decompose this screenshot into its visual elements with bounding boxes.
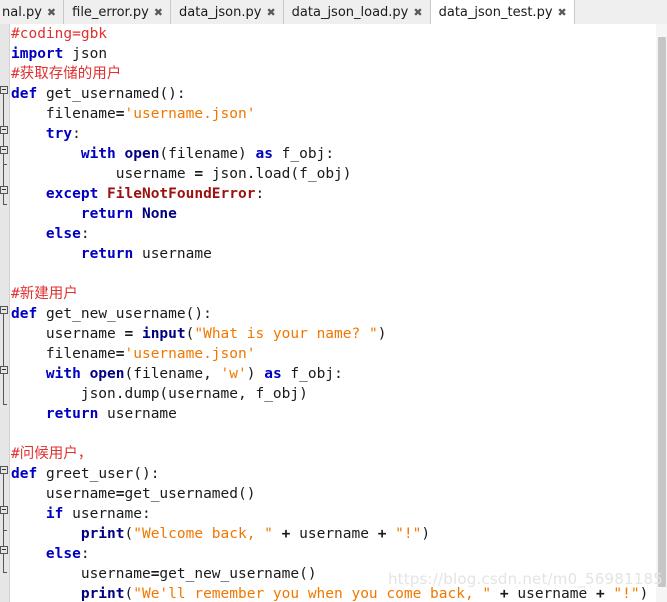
code-editor[interactable]: #coding=gbk import json #获取存储的用户 def get_us…: [0, 24, 667, 602]
code-line: import json: [11, 46, 108, 62]
code-line: username = input("What is your name? "): [45, 326, 387, 342]
code-line: #新建用户: [11, 286, 78, 302]
code-line: json.dump(username, f_obj): [80, 386, 308, 402]
code-line: return None: [80, 206, 177, 222]
code-line: #获取存储的用户: [11, 66, 122, 82]
code-line: #问候用户，: [11, 446, 93, 462]
fold-range-tick: [3, 530, 7, 531]
code-line: return username: [45, 406, 177, 422]
close-icon[interactable]: ✖: [266, 7, 275, 18]
fold-toggle-icon[interactable]: [0, 366, 8, 374]
code-line: username=get_new_username(): [80, 566, 317, 582]
tab-data-json-test-py[interactable]: data_json_test.py ✖: [430, 0, 575, 24]
code-line: return username: [80, 246, 212, 262]
code-line: def greet_user():: [11, 466, 160, 482]
code-line: username = json.load(f_obj): [115, 166, 352, 182]
code-line: if username:: [45, 506, 151, 522]
tab-label: data_json.py: [179, 4, 262, 20]
fold-range-line: [3, 474, 4, 572]
code-line: else:: [45, 226, 90, 242]
fold-toggle-icon[interactable]: [0, 146, 8, 154]
tab-bar-empty-space: [574, 0, 667, 24]
editor-tab-bar: nal.py ✖ file_error.py ✖ data_json.py ✖ …: [0, 0, 667, 24]
fold-range-end: [3, 404, 7, 405]
code-line: def get_usernamed():: [11, 86, 186, 102]
tab-data-json-py[interactable]: data_json.py ✖: [171, 0, 284, 24]
code-line: username=get_usernamed(): [45, 486, 256, 502]
close-icon[interactable]: ✖: [413, 7, 422, 18]
fold-toggle-icon[interactable]: [0, 506, 8, 514]
code-line: with open(filename) as f_obj:: [80, 146, 335, 162]
fold-range-end: [3, 572, 7, 573]
fold-toggle-icon[interactable]: [0, 86, 8, 94]
close-icon[interactable]: ✖: [47, 7, 56, 18]
fold-toggle-icon[interactable]: [0, 126, 8, 134]
tab-nal-py[interactable]: nal.py ✖: [0, 0, 65, 24]
vertical-scrollbar[interactable]: [656, 24, 667, 602]
tab-label: file_error.py: [72, 4, 149, 20]
tab-file-error-py[interactable]: file_error.py ✖: [64, 0, 171, 24]
fold-toggle-icon[interactable]: [0, 306, 8, 314]
fold-range-tick: [3, 164, 7, 165]
fold-range-line: [3, 314, 4, 404]
fold-toggle-icon[interactable]: [0, 546, 8, 554]
tab-label: nal.py: [2, 4, 42, 20]
tab-label: data_json_load.py: [291, 4, 409, 20]
editor-gutter[interactable]: [0, 24, 10, 602]
code-line: filename='username.json': [45, 106, 256, 122]
code-line: print("Welcome back, " + username + "!"): [80, 526, 431, 542]
fold-range-end: [3, 204, 7, 205]
scrollbar-thumb[interactable]: [658, 37, 666, 587]
code-text-area[interactable]: #coding=gbk import json #获取存储的用户 def get_us…: [11, 24, 656, 602]
close-icon[interactable]: ✖: [558, 7, 567, 18]
tab-label: data_json_test.py: [438, 4, 553, 20]
tab-data-json-load-py[interactable]: data_json_load.py ✖: [283, 0, 431, 24]
code-line: else:: [45, 546, 90, 562]
code-line: with open(filename, 'w') as f_obj:: [45, 366, 343, 382]
code-line: def get_new_username():: [11, 306, 212, 322]
code-line: #coding=gbk: [11, 26, 108, 42]
code-line: except FileNotFoundError:: [45, 186, 265, 202]
code-line: filename='username.json': [45, 346, 256, 362]
fold-toggle-icon[interactable]: [0, 186, 8, 194]
code-line: try:: [45, 126, 81, 142]
fold-toggle-icon[interactable]: [0, 466, 8, 474]
close-icon[interactable]: ✖: [154, 7, 163, 18]
code-line: print("We'll remember you when you come …: [80, 586, 649, 602]
